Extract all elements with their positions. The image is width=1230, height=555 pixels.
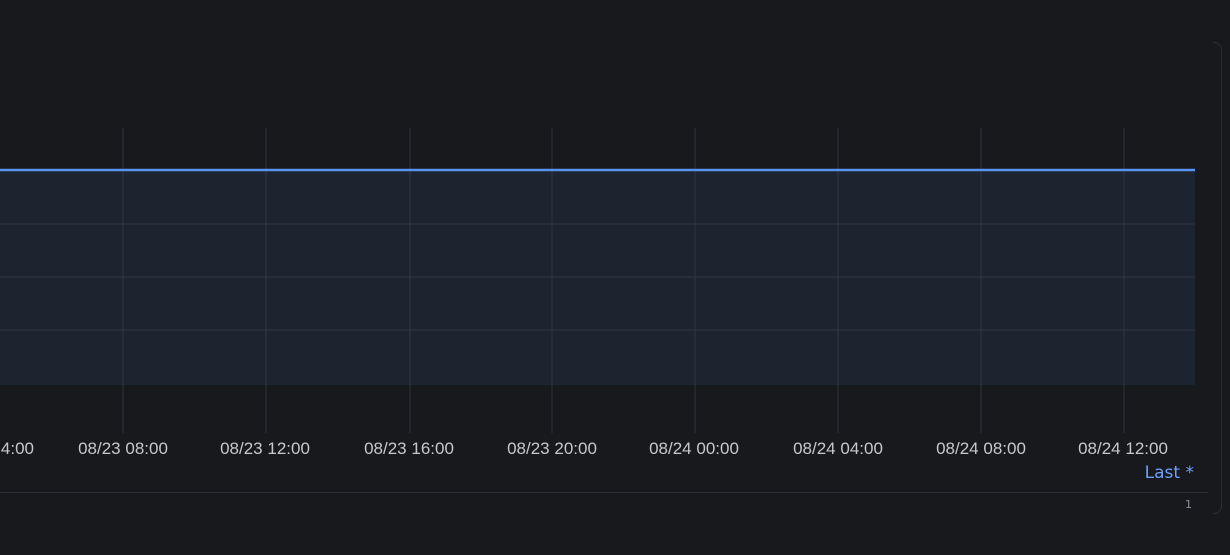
legend-stat-label[interactable]: Last *: [1145, 463, 1194, 483]
time-series-chart: 4:00 08/23 08:00 08/23 12:00 08/23 16:00 08/…: [0, 128, 1195, 458]
x-tick-label: 08/23 12:00: [220, 439, 310, 458]
x-tick-label: 08/24 08:00: [936, 439, 1026, 458]
x-tick-label: 08/23 16:00: [364, 439, 454, 458]
x-tick-label: 08/24 12:00: [1078, 439, 1168, 458]
x-tick-label: 4:00: [1, 439, 34, 458]
x-tick-label: 08/23 20:00: [507, 439, 597, 458]
panel-border: [1213, 42, 1222, 514]
x-tick-label: 08/24 04:00: [793, 439, 883, 458]
footer-mark: 1: [1185, 498, 1192, 511]
legend-divider: [0, 492, 1208, 493]
x-tick-label: 08/24 00:00: [649, 439, 739, 458]
x-tick-label: 08/23 08:00: [78, 439, 168, 458]
time-series-panel: 4:00 08/23 08:00 08/23 12:00 08/23 16:00 08/…: [0, 0, 1230, 555]
